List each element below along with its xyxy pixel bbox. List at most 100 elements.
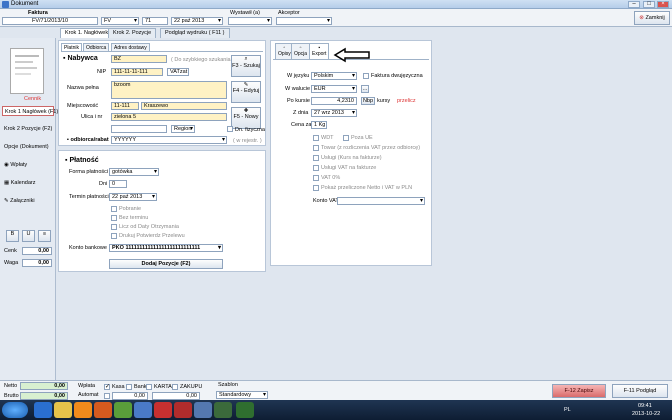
tab-naglowek[interactable]: Krok 1. Nagłówek bbox=[60, 28, 114, 38]
f3-search-button[interactable]: ⌕ F3 - Szukaj bbox=[231, 55, 261, 77]
lang-select[interactable]: Polskim bbox=[311, 72, 357, 80]
karta-checkbox[interactable] bbox=[146, 384, 152, 390]
konto-vat-select[interactable] bbox=[337, 197, 425, 205]
nav-kalendarz[interactable]: ▦ Kalendarz bbox=[2, 178, 54, 188]
nav-naglowek[interactable]: Krok 1 Nagłówek (F1) bbox=[2, 106, 58, 116]
date-field[interactable]: 22 paź 2013 bbox=[171, 17, 223, 25]
dn-fizyczna-checkbox[interactable] bbox=[227, 126, 233, 132]
folder-icon[interactable] bbox=[54, 402, 72, 418]
chrome-icon[interactable] bbox=[114, 402, 132, 418]
tab-export[interactable]: ▪ Export bbox=[309, 43, 330, 59]
paperclip-icon: ✎ bbox=[4, 198, 9, 204]
nbp-button[interactable]: Nbp bbox=[361, 97, 375, 105]
app-icon bbox=[2, 1, 9, 8]
wplata-input-1[interactable]: 0,00 bbox=[112, 392, 148, 400]
taskbar: PL 09:41 2013-10-22 bbox=[0, 400, 672, 420]
tab-pozycje[interactable]: Krok 2. Pozycje bbox=[108, 28, 157, 38]
save-button[interactable]: F-12 Zapisz bbox=[552, 384, 606, 398]
days-input[interactable]: 0 bbox=[109, 180, 127, 188]
automat-checkbox[interactable] bbox=[104, 393, 110, 399]
street-input[interactable]: zielona 5 bbox=[111, 113, 227, 121]
underline-button[interactable]: U bbox=[22, 230, 35, 242]
preview-button[interactable]: F-11 Podgląd bbox=[612, 384, 668, 398]
price-unit-input[interactable]: 1 Kg bbox=[311, 121, 327, 129]
city-input[interactable]: Kraszewo bbox=[141, 102, 227, 110]
payment-form-select[interactable]: gotówka bbox=[109, 168, 159, 176]
ie-icon[interactable] bbox=[34, 402, 52, 418]
close-button[interactable]: ⊗ Zamknij bbox=[634, 11, 670, 25]
rate-date-input[interactable]: 27 wrz 2013 bbox=[311, 109, 357, 117]
main-tabs: Krok 1. Nagłówek Krok 2. Pozycje Podgląd… bbox=[0, 28, 672, 38]
stack-button[interactable]: ≡ bbox=[38, 230, 51, 242]
tab-platnik[interactable]: Płatnik bbox=[61, 43, 83, 51]
currency-select[interactable]: EUR bbox=[311, 85, 357, 93]
term-date-input[interactable]: 22 paź 2013 bbox=[109, 193, 157, 201]
number-field[interactable]: 71 bbox=[142, 17, 168, 25]
app-icon-2[interactable] bbox=[154, 402, 172, 418]
minimize-button[interactable]: – bbox=[628, 1, 640, 8]
document-thumbnail[interactable] bbox=[10, 48, 44, 94]
przelicz-link[interactable]: przelicz bbox=[397, 98, 416, 104]
nip-input[interactable]: 111-11-11-111 bbox=[111, 68, 163, 76]
szablon-select[interactable]: Standardowy bbox=[216, 391, 268, 399]
akceptor-select[interactable] bbox=[276, 17, 332, 25]
kasa-checkbox[interactable] bbox=[104, 383, 110, 390]
start-icon[interactable] bbox=[2, 402, 28, 418]
nav-zalaczniki[interactable]: ✎ Załączniki bbox=[2, 196, 54, 206]
app-icon-1[interactable] bbox=[134, 402, 152, 418]
language-indicator[interactable]: PL bbox=[564, 407, 571, 413]
bez-terminu-checkbox[interactable] bbox=[111, 215, 117, 221]
nav-wplaty[interactable]: ◉ Wpłaty bbox=[2, 160, 54, 170]
coins-icon: ◉ bbox=[4, 162, 9, 168]
tab-podglad[interactable]: Podgląd wydruku ( F11 ) bbox=[160, 28, 230, 38]
add-positions-button[interactable]: Dodaj Pozycje (F2) bbox=[109, 259, 223, 269]
uslugi-kurs-checkbox[interactable] bbox=[313, 155, 319, 161]
bank-account-select[interactable]: PKO 111111111111111111111111111 bbox=[109, 244, 223, 252]
bank-checkbox[interactable] bbox=[126, 384, 132, 390]
doc-number-field[interactable]: FV/71/2013/10 bbox=[2, 17, 98, 25]
app-icon-3[interactable] bbox=[174, 402, 192, 418]
close-window-button[interactable]: × bbox=[657, 1, 669, 8]
f4-edit-button[interactable]: ✎ F4 - Edytuj bbox=[231, 81, 261, 103]
towar-checkbox[interactable] bbox=[313, 145, 319, 151]
nav-opcje[interactable]: Opcje (Dokument) bbox=[2, 142, 54, 152]
receiver-select[interactable]: YYYYYY bbox=[111, 136, 227, 144]
pobranie-checkbox[interactable] bbox=[111, 206, 117, 212]
drukuj-checkbox[interactable] bbox=[111, 233, 117, 239]
maximize-button[interactable]: □ bbox=[643, 1, 655, 8]
region-select[interactable]: Region bbox=[171, 125, 195, 133]
f5-new-button[interactable]: ✚ F5 - Nowy bbox=[231, 107, 261, 129]
vat-input[interactable]: VATzat bbox=[167, 68, 189, 76]
doc-type-select[interactable]: FV bbox=[101, 17, 139, 25]
name-input[interactable]: bzoom bbox=[111, 81, 227, 99]
firefox-icon[interactable] bbox=[94, 402, 112, 418]
bold-button[interactable]: B bbox=[6, 230, 19, 242]
poza-ue-checkbox[interactable] bbox=[343, 135, 349, 141]
dual-language-checkbox[interactable] bbox=[363, 73, 369, 79]
client-code-input[interactable]: BZ bbox=[111, 55, 167, 63]
nav-pozycje[interactable]: Krok 2 Pozycje (F2) bbox=[2, 124, 54, 134]
wdt-checkbox[interactable] bbox=[313, 135, 319, 141]
dreamweaver-icon[interactable] bbox=[236, 402, 254, 418]
app-icon-4[interactable] bbox=[194, 402, 212, 418]
pln-checkbox[interactable] bbox=[313, 185, 319, 191]
nabywca-heading: ▪ Nabywca bbox=[63, 55, 98, 62]
wplata-input-2[interactable]: 0,00 bbox=[152, 392, 200, 400]
uslugi-vat-checkbox[interactable] bbox=[313, 165, 319, 171]
vat0-checkbox[interactable] bbox=[313, 175, 319, 181]
wystawil-select[interactable] bbox=[228, 17, 272, 25]
rate-input[interactable]: 4,2310 bbox=[311, 97, 357, 105]
postcode-input[interactable]: 11-111 bbox=[111, 102, 139, 110]
clock-time[interactable]: 09:41 bbox=[638, 403, 652, 409]
extra-input[interactable] bbox=[111, 125, 167, 133]
zakupu-checkbox[interactable] bbox=[172, 384, 178, 390]
tab-adres-dostawy[interactable]: Adres dostawy bbox=[111, 43, 150, 51]
clock-date[interactable]: 2013-10-22 bbox=[632, 411, 660, 417]
currency-button[interactable]: … bbox=[361, 85, 369, 93]
media-icon[interactable] bbox=[74, 402, 92, 418]
tab-opcja[interactable]: ▫ Opcja bbox=[291, 43, 311, 59]
licz-checkbox[interactable] bbox=[111, 224, 117, 230]
dual-language-label: Faktura dwujęzyczna bbox=[371, 73, 423, 79]
tab-odbiorca[interactable]: Odbiorca bbox=[83, 43, 110, 51]
app-icon-5[interactable] bbox=[214, 402, 232, 418]
